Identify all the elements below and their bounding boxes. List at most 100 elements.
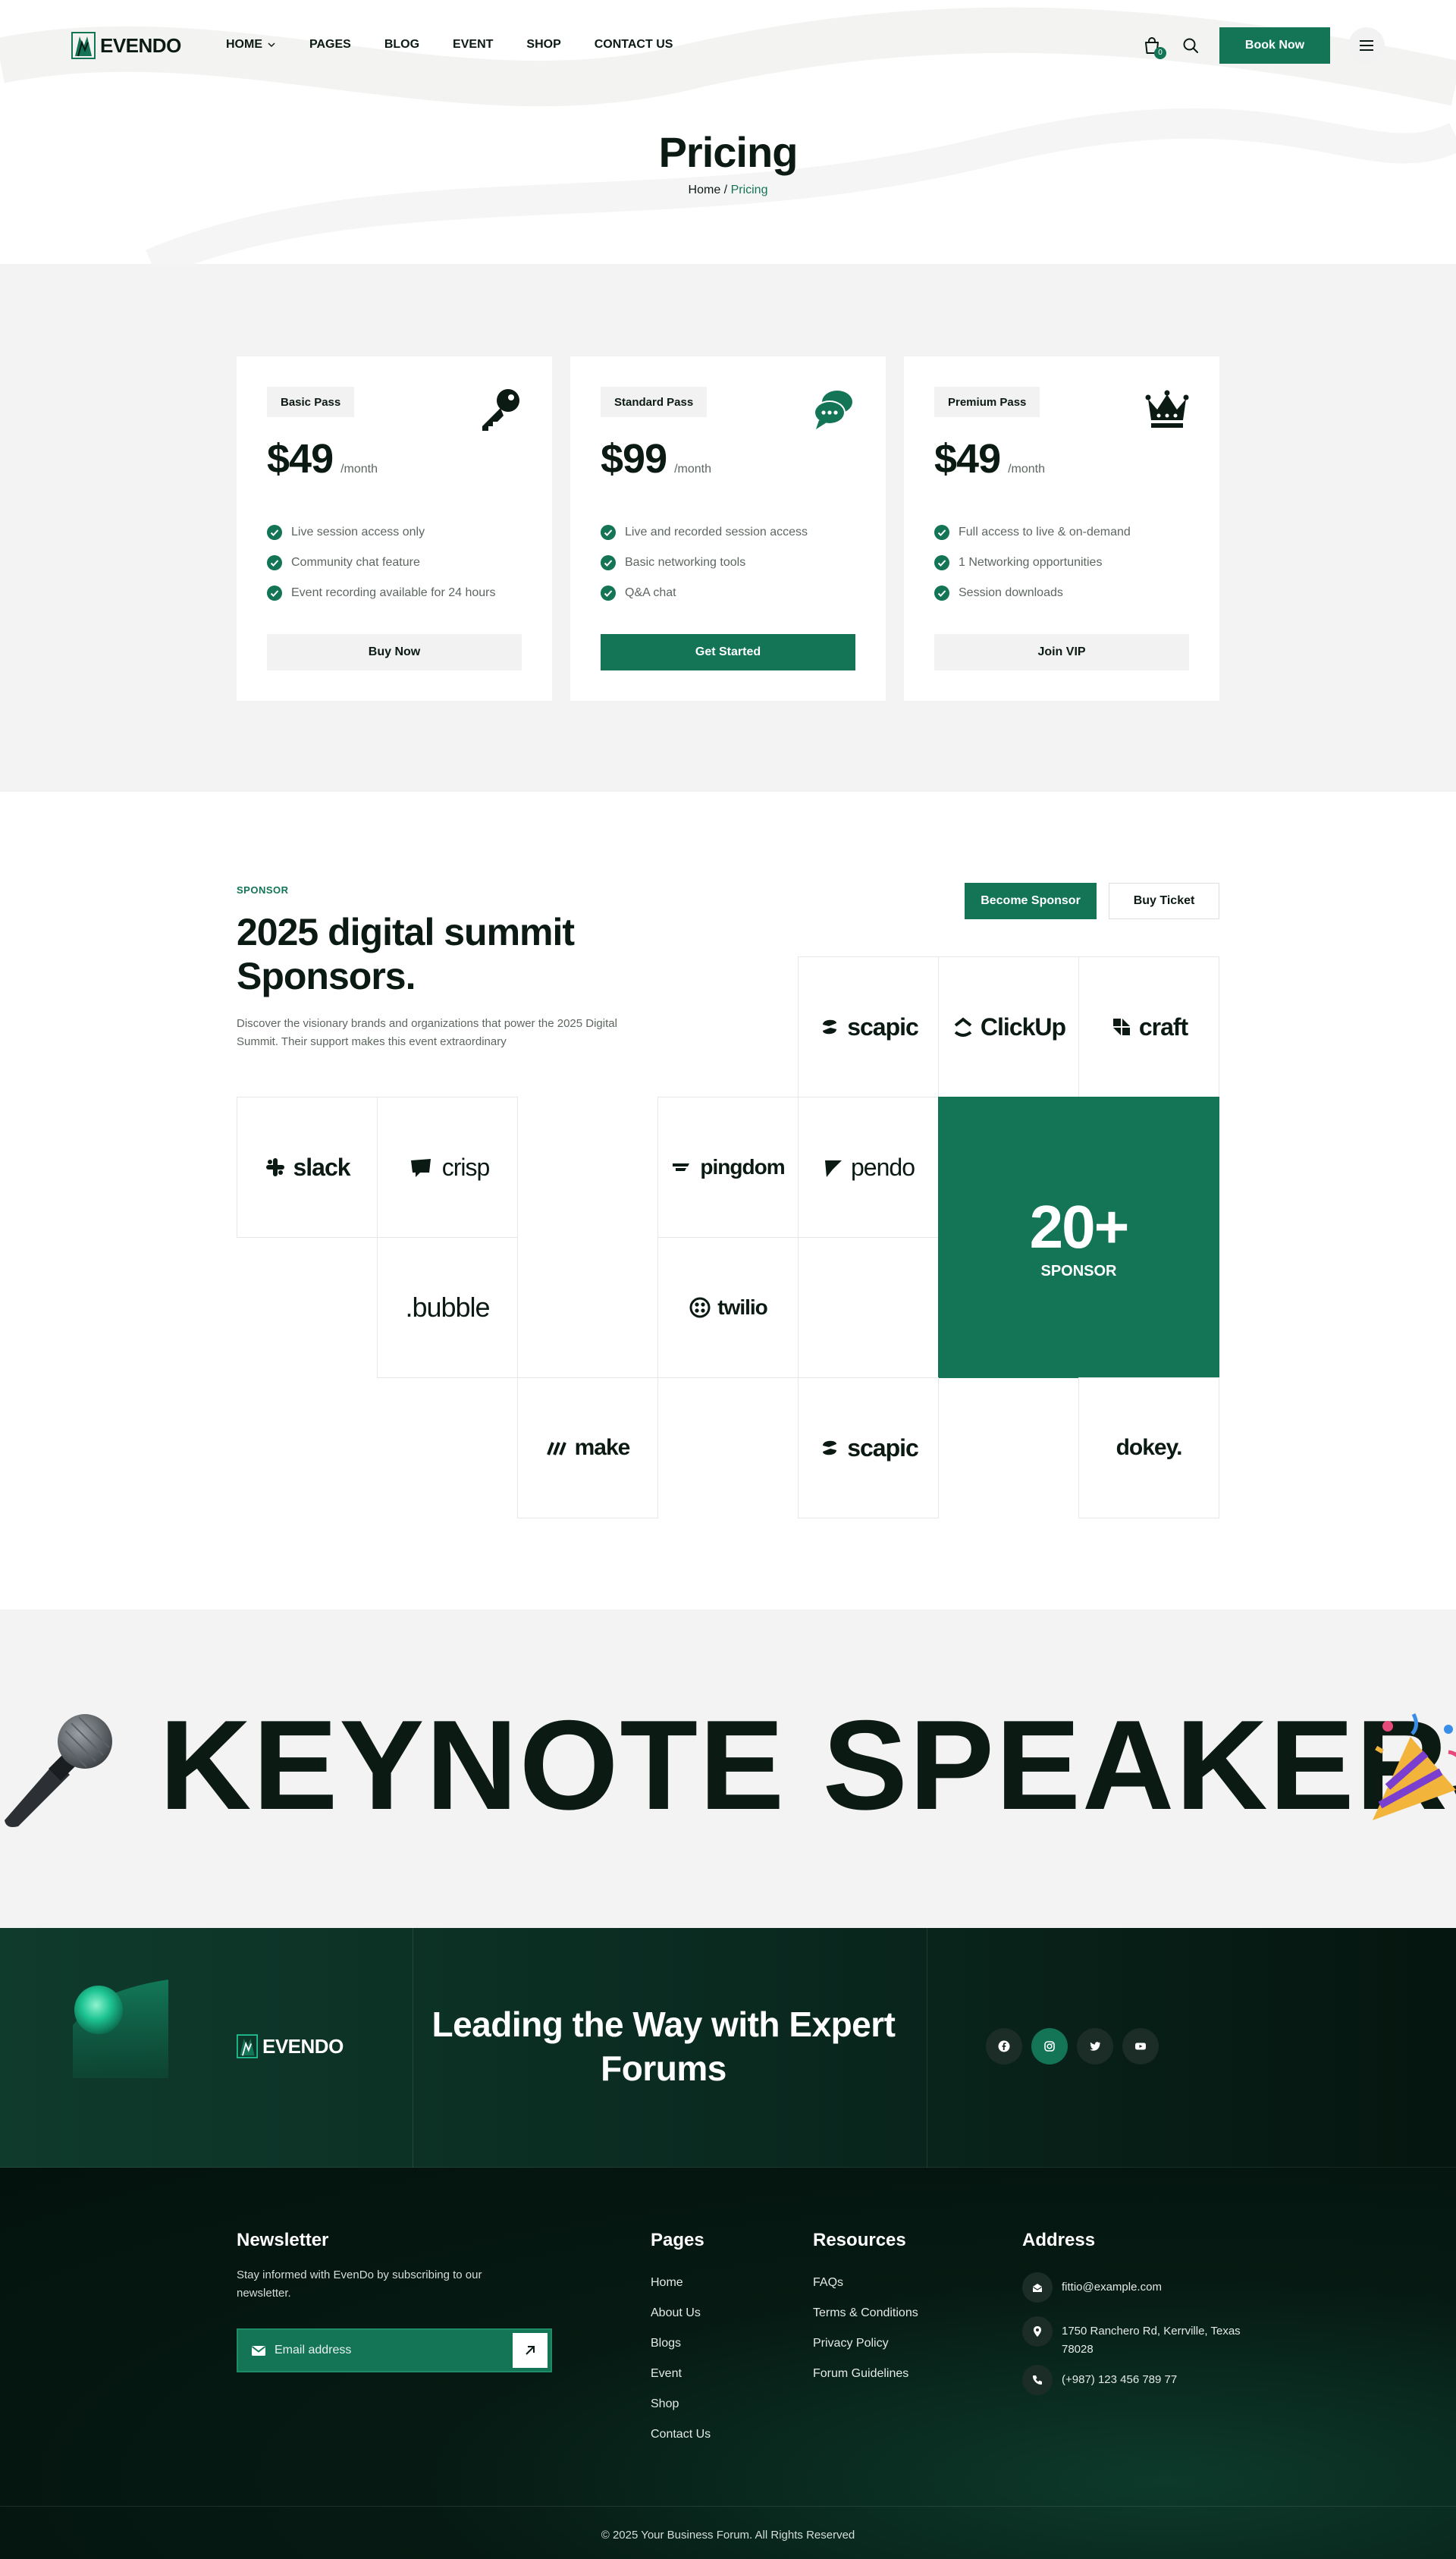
section-title: 2025 digital summit Sponsors. bbox=[237, 911, 575, 997]
address-email[interactable]: fittio@example.com bbox=[1062, 2272, 1244, 2297]
address-heading: Address bbox=[1022, 2230, 1096, 2250]
sponsor-name: scapic bbox=[847, 1013, 919, 1041]
price-period: /month bbox=[340, 463, 378, 476]
feature-text: Q&A chat bbox=[625, 586, 676, 599]
footer-link-home[interactable]: Home bbox=[651, 2268, 711, 2298]
sponsor-logo-craft[interactable]: craft bbox=[1078, 956, 1219, 1097]
key-icon bbox=[482, 389, 519, 431]
nav-item-shop[interactable]: SHOP bbox=[526, 38, 560, 52]
feature-list: Live session access only Community chat … bbox=[267, 517, 496, 608]
facebook-icon bbox=[998, 2040, 1010, 2052]
sponsor-name: pingdom bbox=[700, 1155, 785, 1179]
location-pin-icon bbox=[1034, 2326, 1041, 2337]
copyright: © 2025 Your Business Forum. All Rights R… bbox=[601, 2529, 855, 2542]
footer-tagline: Leading the Way with Expert Forums bbox=[431, 2005, 896, 2088]
footer-link-faqs[interactable]: FAQs bbox=[813, 2268, 918, 2298]
email-input[interactable]: Email address bbox=[275, 2344, 513, 2357]
twilio-logo-icon bbox=[689, 1297, 711, 1318]
twitter-link[interactable] bbox=[1077, 2028, 1113, 2064]
pendo-logo-icon bbox=[825, 1160, 842, 1177]
pricing-card-standard: Standard Pass $99 /month Live and record… bbox=[570, 356, 886, 701]
phone-icon-badge bbox=[1022, 2365, 1053, 2395]
sponsor-logo-twilio[interactable]: twilio bbox=[657, 1237, 799, 1378]
sponsor-logo-scapic-2[interactable]: scapic bbox=[798, 1377, 939, 1518]
crisp-logo-icon bbox=[410, 1159, 431, 1177]
sponsor-name: slack bbox=[293, 1153, 350, 1181]
plan-tag: Basic Pass bbox=[267, 387, 355, 417]
plan-price: $99 /month bbox=[601, 435, 711, 482]
feature-item: Q&A chat bbox=[601, 578, 808, 608]
menu-toggle-button[interactable] bbox=[1348, 27, 1385, 64]
cart-button[interactable]: 0 bbox=[1142, 36, 1166, 59]
feature-item: Live session access only bbox=[267, 517, 496, 548]
buy-now-button[interactable]: Buy Now bbox=[267, 634, 522, 670]
email-icon-badge bbox=[1022, 2272, 1053, 2303]
subscribe-button[interactable] bbox=[513, 2333, 548, 2368]
check-circle-icon bbox=[601, 555, 616, 570]
sponsor-name: .bubble bbox=[405, 1292, 490, 1323]
feature-item: Event recording available for 24 hours bbox=[267, 578, 496, 608]
feature-list: Live and recorded session access Basic n… bbox=[601, 517, 808, 608]
sponsor-logo-make[interactable]: make bbox=[517, 1377, 658, 1518]
sponsor-logo-scapic[interactable]: scapic bbox=[798, 956, 939, 1097]
sponsor-logo-dokey[interactable]: dokey. bbox=[1078, 1377, 1219, 1518]
feature-item: Full access to live & on-demand bbox=[934, 517, 1131, 548]
sponsor-name: craft bbox=[1138, 1013, 1188, 1041]
nav-item-pages[interactable]: PAGES bbox=[309, 38, 351, 52]
check-circle-icon bbox=[934, 555, 949, 570]
newsletter-form: Email address bbox=[237, 2328, 552, 2372]
breadcrumb-home-link[interactable]: Home bbox=[689, 184, 721, 196]
search-icon[interactable] bbox=[1181, 36, 1200, 55]
nav-item-contact-us[interactable]: CONTACT US bbox=[595, 38, 673, 52]
buy-ticket-button[interactable]: Buy Ticket bbox=[1109, 883, 1219, 919]
phone-icon bbox=[1033, 2375, 1042, 2385]
nav-item-home[interactable]: HOME bbox=[226, 38, 276, 52]
newsletter-text: Stay informed with EvenDo by subscribing… bbox=[237, 2269, 482, 2300]
feature-list: Full access to live & on-demand 1 Networ… bbox=[934, 517, 1131, 608]
twitter-icon bbox=[1090, 2042, 1100, 2051]
breadcrumb-separator: / bbox=[720, 184, 731, 196]
party-popper-icon bbox=[1373, 1713, 1456, 1820]
get-started-button[interactable]: Get Started bbox=[601, 634, 855, 670]
become-sponsor-button[interactable]: Become Sponsor bbox=[965, 883, 1097, 919]
price-period: /month bbox=[674, 463, 712, 476]
microphone-icon bbox=[5, 1714, 112, 1827]
youtube-link[interactable] bbox=[1122, 2028, 1159, 2064]
breadcrumb-current: Pricing bbox=[730, 184, 768, 196]
sponsor-logo-pendo[interactable]: pendo bbox=[798, 1097, 939, 1238]
footer-link-blogs[interactable]: Blogs bbox=[651, 2328, 711, 2359]
brand-logo[interactable]: EVENDO bbox=[71, 32, 181, 59]
envelope-open-icon bbox=[1033, 2284, 1042, 2292]
cart-count-badge: 0 bbox=[1154, 47, 1166, 59]
footer-link-shop[interactable]: Shop bbox=[651, 2389, 711, 2419]
join-vip-button[interactable]: Join VIP bbox=[934, 634, 1189, 670]
feature-text: Community chat feature bbox=[291, 556, 420, 569]
facebook-link[interactable] bbox=[986, 2028, 1022, 2064]
slack-logo-icon bbox=[266, 1158, 285, 1176]
instagram-link[interactable] bbox=[1031, 2028, 1068, 2064]
footer-link-guidelines[interactable]: Forum Guidelines bbox=[813, 2359, 918, 2389]
footer-link-event[interactable]: Event bbox=[651, 2359, 711, 2389]
nav-item-event[interactable]: EVENT bbox=[453, 38, 493, 52]
nav-item-blog[interactable]: BLOG bbox=[384, 38, 419, 52]
sponsor-logo-clickup[interactable]: ClickUp bbox=[938, 956, 1079, 1097]
feature-text: Event recording available for 24 hours bbox=[291, 586, 496, 599]
clickup-logo-icon bbox=[954, 1017, 972, 1037]
chat-bubbles-icon bbox=[814, 391, 852, 429]
footer-brand-name: EVENDO bbox=[262, 2034, 344, 2058]
footer-link-privacy[interactable]: Privacy Policy bbox=[813, 2328, 918, 2359]
sponsor-logo-bubble[interactable]: .bubble bbox=[377, 1237, 518, 1378]
price-amount: $49 bbox=[934, 436, 1001, 482]
check-circle-icon bbox=[601, 525, 616, 540]
sponsor-logo-pingdom[interactable]: pingdom bbox=[657, 1097, 799, 1238]
footer-link-about-us[interactable]: About Us bbox=[651, 2298, 711, 2328]
address-phone[interactable]: (+987) 123 456 789 77 bbox=[1062, 2365, 1244, 2389]
feature-item: Live and recorded session access bbox=[601, 517, 808, 548]
sponsor-logo-crisp[interactable]: crisp bbox=[377, 1097, 518, 1238]
footer-link-terms[interactable]: Terms & Conditions bbox=[813, 2298, 918, 2328]
book-now-button[interactable]: Book Now bbox=[1219, 27, 1330, 64]
footer-link-contact-us[interactable]: Contact Us bbox=[651, 2419, 711, 2450]
mail-icon bbox=[251, 2346, 266, 2356]
footer-brand-logo[interactable]: EVENDO bbox=[237, 2034, 344, 2058]
sponsor-logo-slack[interactable]: slack bbox=[237, 1097, 378, 1238]
